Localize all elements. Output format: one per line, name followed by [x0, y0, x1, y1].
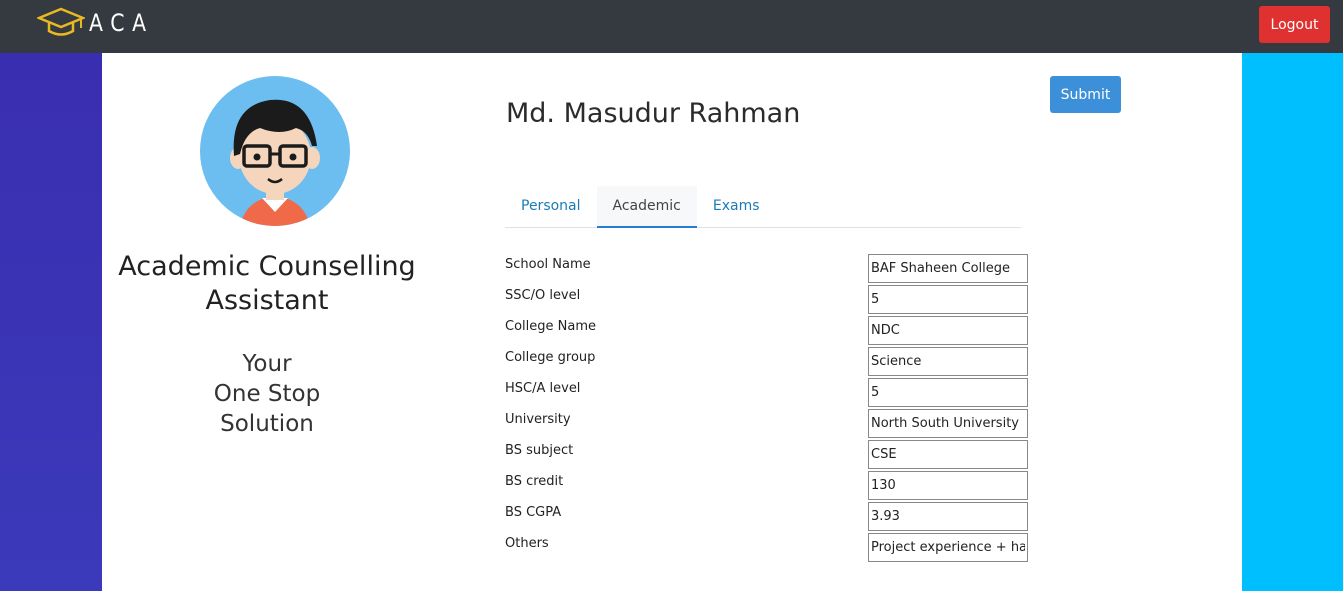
- bs-subject-label: BS subject: [505, 443, 574, 458]
- bs-subject-input[interactable]: [868, 440, 1028, 469]
- submit-button[interactable]: Submit: [1050, 76, 1121, 113]
- tagline-line: Solution: [220, 411, 314, 437]
- left-decor-stripe: [0, 53, 102, 591]
- bs-credit-input[interactable]: [868, 471, 1028, 500]
- navbar: ACA Logout: [0, 0, 1343, 53]
- brand-text: ACA: [89, 9, 154, 37]
- tab-academic[interactable]: Academic: [596, 186, 697, 228]
- others-input[interactable]: [868, 533, 1028, 562]
- profile-tabs: Personal Academic Exams: [505, 186, 1021, 228]
- form-row-others: Others: [505, 533, 1028, 564]
- logout-button[interactable]: Logout: [1259, 6, 1330, 43]
- form-row-college-group: College group: [505, 347, 1028, 378]
- form-row-bs-subject: BS subject: [505, 440, 1028, 471]
- university-input[interactable]: [868, 409, 1028, 438]
- form-row-bs-credit: BS credit: [505, 471, 1028, 502]
- app-title: Academic Counselling Assistant: [118, 251, 416, 316]
- graduation-cap-icon: [37, 7, 85, 36]
- bs-cgpa-input[interactable]: [868, 502, 1028, 531]
- tab-exams[interactable]: Exams: [697, 186, 776, 228]
- profile-name: Md. Masudur Rahman: [506, 98, 801, 129]
- others-label: Others: [505, 536, 549, 551]
- college-name-input[interactable]: [868, 316, 1028, 345]
- bs-cgpa-label: BS CGPA: [505, 505, 562, 520]
- hsc-level-label: HSC/A level: [505, 381, 581, 396]
- university-label: University: [505, 412, 571, 427]
- form-row-ssc: SSC/O level: [505, 285, 1028, 316]
- school-name-label: School Name: [505, 257, 591, 272]
- user-avatar: [200, 76, 350, 226]
- form-row-hsc: HSC/A level: [505, 378, 1028, 409]
- form-row-school-name: School Name: [505, 254, 1028, 285]
- right-decor-stripe: [1242, 53, 1343, 591]
- tab-personal[interactable]: Personal: [505, 186, 597, 228]
- tagline-line: Your: [242, 351, 292, 377]
- bs-credit-label: BS credit: [505, 474, 564, 489]
- tagline: Your One Stop Solution: [167, 349, 367, 439]
- school-name-input[interactable]: [868, 254, 1028, 283]
- hsc-level-input[interactable]: [868, 378, 1028, 407]
- college-group-input[interactable]: [868, 347, 1028, 376]
- brand-logo[interactable]: ACA: [37, 6, 165, 40]
- form-row-college-name: College Name: [505, 316, 1028, 347]
- college-group-label: College group: [505, 350, 596, 365]
- college-name-label: College Name: [505, 319, 596, 334]
- ssc-level-input[interactable]: [868, 285, 1028, 314]
- form-row-bs-cgpa: BS CGPA: [505, 502, 1028, 533]
- tagline-line: One Stop: [213, 381, 321, 407]
- form-row-university: University: [505, 409, 1028, 440]
- ssc-level-label: SSC/O level: [505, 288, 581, 303]
